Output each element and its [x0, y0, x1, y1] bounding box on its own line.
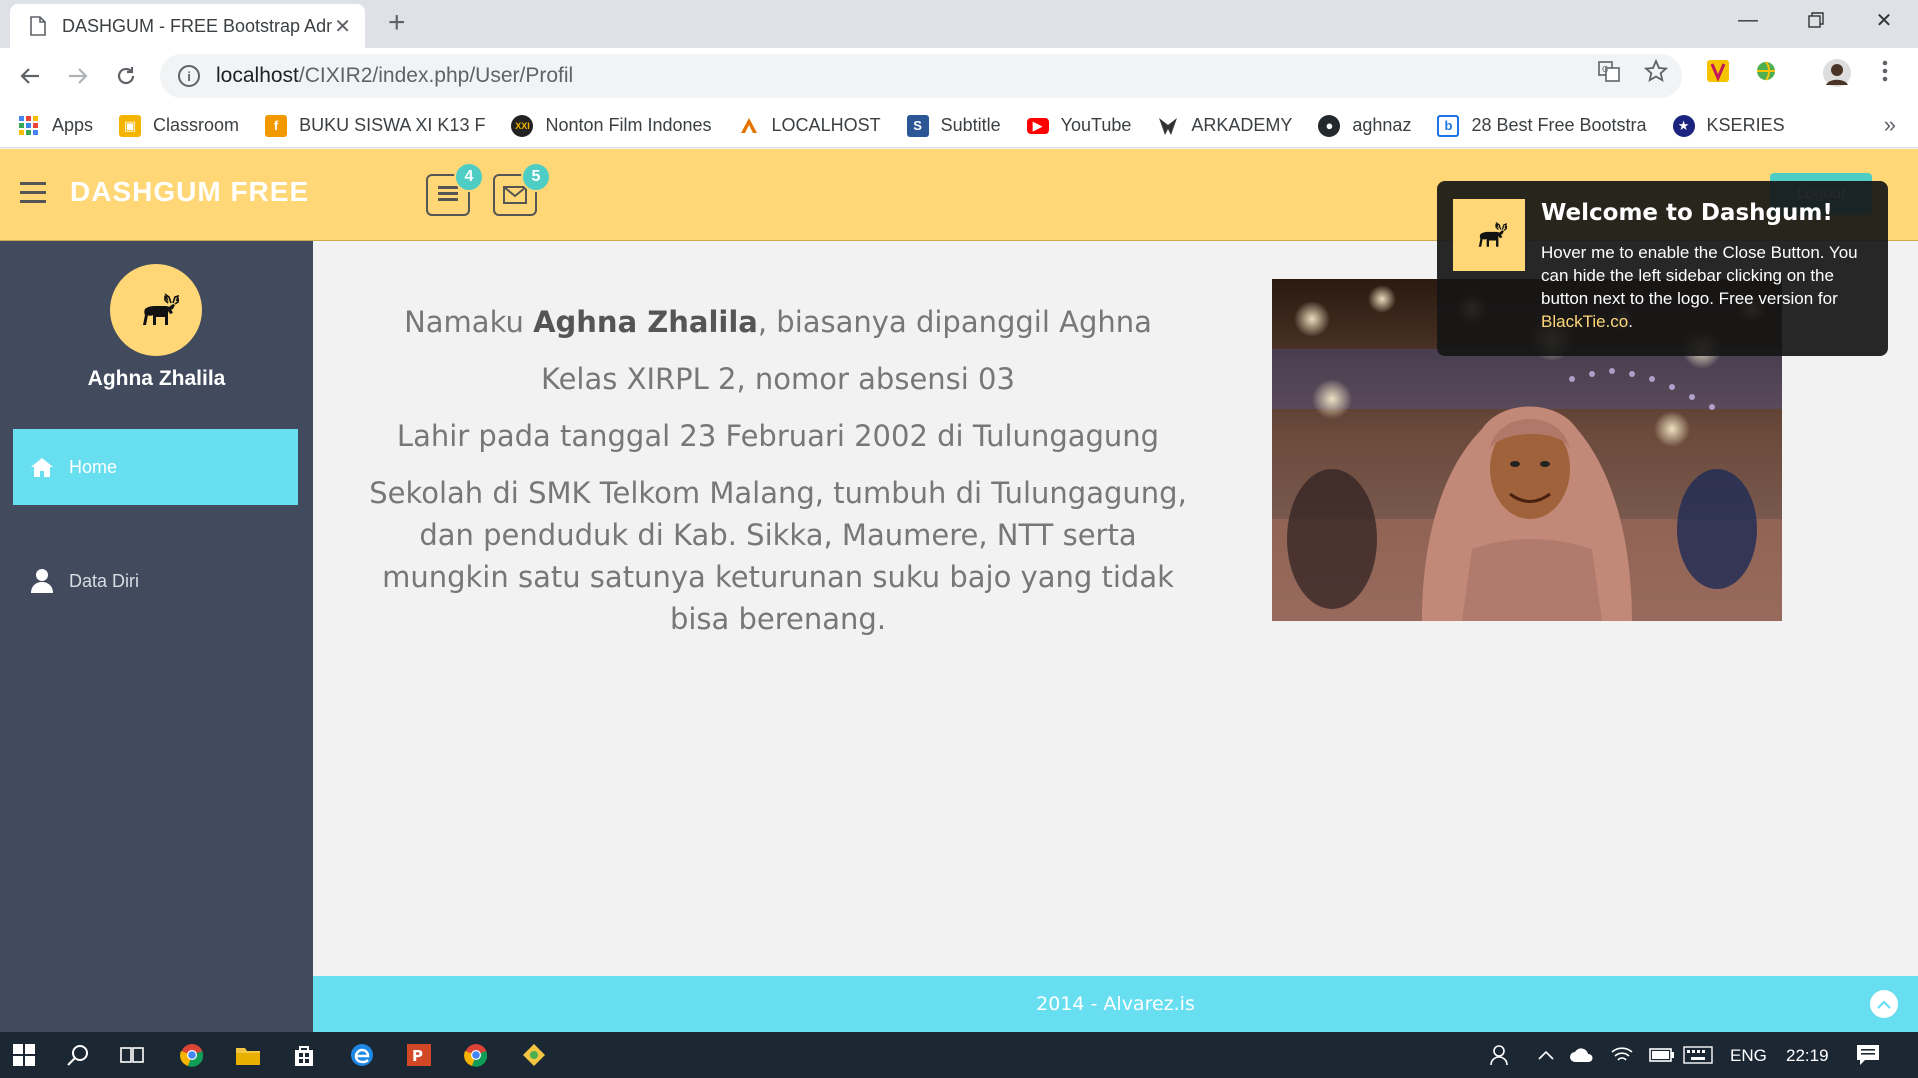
keyboard-icon[interactable]: [1682, 1040, 1714, 1070]
bio-birth-line: Lahir pada tanggal 23 Februari 2002 di T…: [396, 419, 1160, 453]
clock-time[interactable]: 22:19: [1786, 1046, 1829, 1066]
tasks-button[interactable]: 4: [426, 162, 484, 216]
home-icon: [29, 454, 55, 480]
mail-button[interactable]: 5: [493, 162, 551, 216]
svg-text:P: P: [412, 1047, 423, 1065]
tab-title: DASHGUM - FREE Bootstrap Admin Template: [62, 15, 332, 36]
bookmarks-overflow-icon[interactable]: »: [1884, 112, 1896, 138]
bookmark-best-bootstrap[interactable]: b 28 Best Free Bootstra: [1437, 114, 1647, 137]
document-icon: [28, 15, 48, 37]
translate-icon[interactable]: G: [1596, 58, 1622, 84]
address-bar[interactable]: i localhost/CIXIR2/index.php/User/Profil: [160, 54, 1682, 98]
site-info-icon[interactable]: i: [178, 65, 200, 87]
extension-globe-icon[interactable]: [1753, 58, 1779, 84]
bookmark-classroom[interactable]: ▣ Classroom: [119, 114, 239, 137]
people-icon[interactable]: [1486, 1040, 1518, 1070]
svg-text:G: G: [1602, 65, 1608, 74]
input-language[interactable]: ENG: [1730, 1046, 1767, 1066]
buku-siswa-icon: f: [265, 114, 288, 137]
git-kraken-icon[interactable]: [518, 1040, 550, 1070]
chrome-active-icon[interactable]: [460, 1040, 492, 1070]
store-icon[interactable]: [288, 1040, 320, 1070]
profile-avatar-icon[interactable]: [1822, 58, 1852, 88]
extension-v-icon[interactable]: [1705, 58, 1731, 84]
url-text[interactable]: localhost/CIXIR2/index.php/User/Profil: [216, 64, 573, 88]
sidebar-toggle-icon[interactable]: [20, 182, 46, 204]
bookmark-star-icon[interactable]: [1643, 58, 1669, 84]
reload-button[interactable]: [110, 60, 142, 92]
restore-button[interactable]: [1782, 0, 1850, 40]
github-icon: ●: [1318, 114, 1341, 137]
wifi-icon[interactable]: [1606, 1040, 1638, 1070]
bio-name-line: Namaku Aghna Zhalila, biasanya dipanggil…: [404, 305, 1152, 339]
chevron-up-icon: [1877, 1000, 1891, 1009]
onedrive-cloud-icon[interactable]: [1566, 1040, 1598, 1070]
profile-bio: Namaku Aghna Zhalila, biasanya dipanggil…: [363, 301, 1193, 655]
battery-icon[interactable]: [1646, 1040, 1678, 1070]
bookmarks-bar: Apps ▣ Classroom f BUKU SISWA XI K13 F X…: [0, 104, 1918, 148]
windows-start-icon[interactable]: [8, 1040, 40, 1070]
back-to-top-button[interactable]: [1870, 990, 1898, 1018]
powerpoint-icon[interactable]: P: [403, 1040, 435, 1070]
bookmark-buku-siswa[interactable]: f BUKU SISWA XI K13 F: [265, 114, 485, 137]
task-view-icon[interactable]: [116, 1040, 148, 1070]
page-footer: 2014 - Alvarez.is: [313, 976, 1918, 1032]
bookmark-subtitle[interactable]: S Subtitle: [906, 114, 1001, 137]
profile-name[interactable]: Aghna Zhalila: [0, 367, 313, 391]
bookmark-localhost[interactable]: LOCALHOST: [738, 115, 881, 137]
notification-deer-image: [1453, 199, 1525, 271]
tasks-badge: 4: [454, 162, 484, 192]
browser-tabstrip: DASHGUM - FREE Bootstrap Admin Template …: [0, 0, 1918, 48]
welcome-notification[interactable]: Welcome to Dashgum! Hover me to enable t…: [1437, 181, 1888, 356]
windows-taskbar: P ENG 22:19: [0, 1032, 1918, 1078]
tasks-list-icon: [438, 186, 458, 201]
bio-class-line: Kelas XIRPL 2, nomor absensi 03: [541, 362, 1015, 396]
arkademy-icon: [1157, 115, 1179, 137]
bootstrap-icon: b: [1437, 114, 1460, 137]
profile-avatar[interactable]: [110, 264, 202, 356]
browser-toolbar: i localhost/CIXIR2/index.php/User/Profil…: [0, 48, 1918, 104]
action-center-icon[interactable]: [1852, 1040, 1884, 1070]
notification-title: Welcome to Dashgum!: [1541, 200, 1833, 226]
edge-icon[interactable]: [346, 1040, 378, 1070]
forward-button[interactable]: [62, 60, 94, 92]
bio-school-line: Sekolah di SMK Telkom Malang, tumbuh di …: [369, 476, 1187, 636]
user-icon: [29, 568, 55, 594]
apps-grid-icon: [18, 115, 40, 137]
bookmark-nonton-film[interactable]: XXI Nonton Film Indones: [511, 114, 712, 137]
search-icon[interactable]: [62, 1040, 94, 1070]
localhost-sail-icon: [738, 115, 760, 137]
bookmark-apps[interactable]: Apps: [18, 115, 93, 137]
bookmark-arkademy[interactable]: ARKADEMY: [1157, 115, 1292, 137]
new-tab-button[interactable]: +: [388, 6, 406, 40]
chevron-up-tray-icon[interactable]: [1530, 1040, 1562, 1070]
kseries-star-icon: ★: [1672, 114, 1695, 137]
sidebar-item-home[interactable]: Home: [13, 429, 298, 505]
footer-credit: 2014 - Alvarez.is: [1036, 993, 1195, 1015]
app-logo[interactable]: DASHGUM FREE: [70, 176, 309, 208]
nonton-film-icon: XXI: [511, 114, 534, 137]
classroom-icon: ▣: [119, 114, 142, 137]
deer-icon: [143, 293, 179, 325]
notification-body: Hover me to enable the Close Button. You…: [1541, 243, 1858, 331]
browser-tab[interactable]: DASHGUM - FREE Bootstrap Admin Template …: [10, 4, 365, 48]
sidebar: Aghna Zhalila Home Data Diri: [0, 241, 313, 1032]
bookmark-aghnaz[interactable]: ● aghnaz: [1318, 114, 1411, 137]
minimize-button[interactable]: —: [1714, 0, 1782, 40]
youtube-icon: ▶: [1026, 117, 1049, 134]
mail-badge: 5: [521, 162, 551, 192]
bookmark-kseries[interactable]: ★ KSERIES: [1672, 114, 1785, 137]
subtitle-icon: S: [906, 114, 929, 137]
chrome-icon[interactable]: [176, 1040, 208, 1070]
tab-close-icon[interactable]: ✕: [334, 14, 351, 39]
close-window-button[interactable]: ✕: [1850, 0, 1918, 40]
bookmark-youtube[interactable]: ▶ YouTube: [1026, 115, 1131, 136]
file-explorer-icon[interactable]: [232, 1040, 264, 1070]
deer-icon: [1478, 221, 1507, 247]
envelope-icon: [503, 186, 527, 204]
blacktie-link[interactable]: BlackTie.co: [1541, 312, 1628, 331]
sidebar-item-data-diri[interactable]: Data Diri: [13, 543, 298, 619]
browser-menu-icon[interactable]: [1872, 58, 1898, 84]
back-button[interactable]: [14, 60, 46, 92]
